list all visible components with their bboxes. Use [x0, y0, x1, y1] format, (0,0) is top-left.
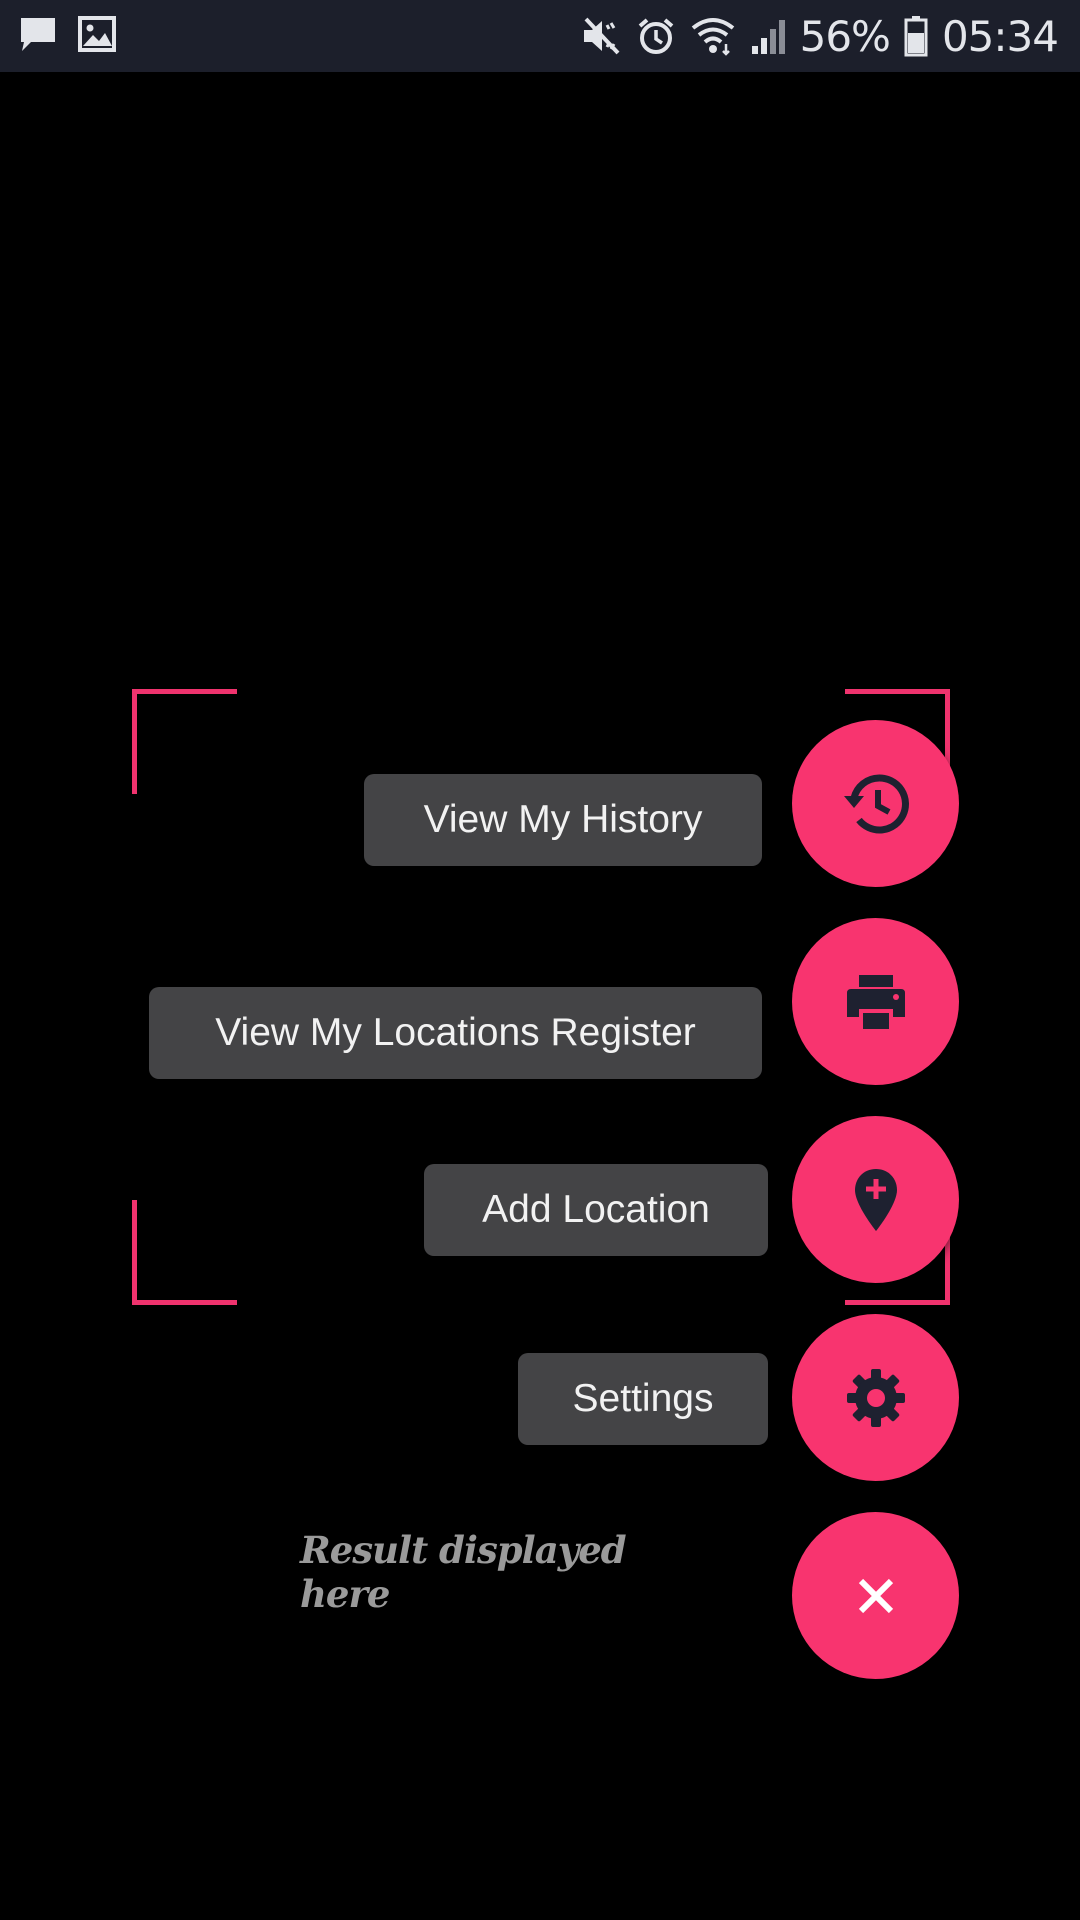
- clock: 05:34: [941, 11, 1059, 61]
- history-icon: [843, 773, 909, 834]
- screen: 56% 05:34 View My History View My Locati…: [0, 0, 1080, 1920]
- wifi-icon: [690, 16, 736, 56]
- add-location-button[interactable]: [792, 1116, 959, 1283]
- view-history-label[interactable]: View My History: [364, 774, 762, 866]
- image-icon: [78, 15, 116, 53]
- settings-label[interactable]: Settings: [518, 1353, 768, 1445]
- scan-frame-corner-bottom-left: [132, 1200, 237, 1305]
- gear-icon: [845, 1367, 907, 1429]
- view-history-button[interactable]: [792, 720, 959, 887]
- message-icon: [18, 14, 58, 54]
- scan-frame-corner-top-left: [132, 689, 237, 794]
- battery-percentage: 56%: [799, 11, 891, 61]
- mute-icon: [580, 15, 622, 57]
- add-location-label[interactable]: Add Location: [424, 1164, 768, 1256]
- alarm-icon: [636, 16, 676, 56]
- view-locations-register-label[interactable]: View My Locations Register: [149, 987, 762, 1079]
- view-locations-register-button[interactable]: [792, 918, 959, 1085]
- battery-icon: [904, 15, 928, 57]
- status-left-icons: [18, 14, 116, 54]
- status-right-icons: 56% 05:34: [580, 10, 1059, 62]
- status-bar: 56% 05:34: [0, 0, 1080, 72]
- close-menu-button[interactable]: [792, 1512, 959, 1679]
- result-text: Result displayed here: [300, 1528, 627, 1616]
- printer-icon: [845, 973, 907, 1031]
- signal-icon: [750, 16, 786, 56]
- settings-button[interactable]: [792, 1314, 959, 1481]
- close-icon: [856, 1576, 896, 1616]
- add-location-icon: [853, 1167, 899, 1233]
